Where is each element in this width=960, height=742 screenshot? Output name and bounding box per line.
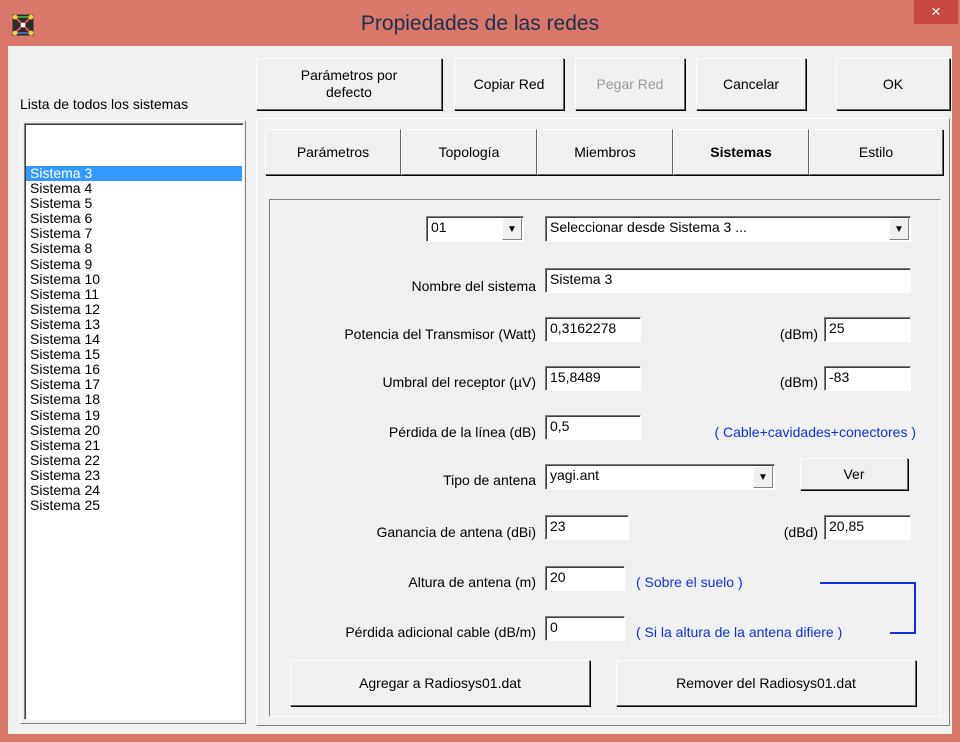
- antenna-type-select[interactable]: yagi.ant ▼: [545, 464, 775, 490]
- antenna-height-field[interactable]: 20: [545, 566, 625, 591]
- dbm-label: (dBm): [779, 326, 818, 342]
- copy-network-label: Copiar Red: [473, 75, 545, 92]
- systems-list-items: Sistema 3 Sistema 4 Sistema 5 Sistema 6 Sist…: [26, 165, 242, 513]
- dialog-client-area: Lista de todos los sistemas Sistema 3 Sis…: [8, 46, 952, 734]
- chevron-down-icon[interactable]: ▼: [889, 218, 909, 240]
- system-number-value: 01: [431, 219, 447, 235]
- list-item[interactable]: Sistema 12: [26, 301, 242, 317]
- properties-window: Propiedades de las redes × Lista de todo…: [0, 0, 960, 742]
- add-to-radiosys-label: Agregar a Radiosys01.dat: [359, 674, 521, 691]
- remove-from-radiosys-button[interactable]: Remover del Radiosys01.dat: [616, 660, 916, 706]
- tx-power-dbm-field[interactable]: 25: [824, 317, 911, 342]
- view-antenna-label: Ver: [843, 465, 865, 482]
- system-name-field[interactable]: Sistema 3: [545, 268, 911, 293]
- list-item[interactable]: Sistema 9: [26, 256, 242, 272]
- list-item[interactable]: Sistema 5: [26, 196, 242, 211]
- bracket-top-line: [820, 582, 916, 584]
- system-name-label: Nombre del sistema: [411, 278, 537, 294]
- cancel-label: Cancelar: [722, 75, 780, 92]
- systems-list-label: Lista de todos los sistemas: [20, 96, 189, 112]
- rx-threshold-dbm-field[interactable]: -83: [824, 366, 911, 391]
- list-item[interactable]: Sistema 14: [26, 331, 242, 347]
- bracket-bottom-line: [890, 632, 916, 634]
- cancel-button[interactable]: Cancelar: [696, 58, 806, 110]
- bracket-vertical-line: [914, 582, 916, 634]
- list-item[interactable]: Sistema 15: [26, 347, 242, 362]
- list-item[interactable]: Sistema 19: [26, 407, 242, 423]
- antenna-type-value: yagi.ant: [550, 467, 600, 483]
- default-parameters-button[interactable]: Parámetros por defecto: [256, 58, 442, 110]
- tab-miembros[interactable]: Miembros: [537, 129, 673, 175]
- tab-sistemas-label: Sistemas: [710, 144, 772, 160]
- chevron-down-icon[interactable]: ▼: [753, 466, 773, 488]
- antenna-gain-field[interactable]: 23: [545, 515, 629, 540]
- systems-listbox[interactable]: Sistema 3 Sistema 4 Sistema 5 Sistema 6 Sist…: [24, 123, 244, 720]
- tx-power-field[interactable]: 0,3162278: [545, 317, 641, 342]
- list-item[interactable]: Sistema 17: [26, 377, 242, 392]
- list-item[interactable]: Sistema 25: [26, 498, 242, 513]
- window-title: Propiedades de las redes: [360, 12, 600, 35]
- list-item[interactable]: Sistema 13: [26, 316, 242, 332]
- list-item[interactable]: Sistema 6: [26, 211, 242, 226]
- default-parameters-label-1: Parámetros por: [300, 67, 398, 83]
- tab-miembros-label: Miembros: [574, 144, 636, 160]
- title-bar[interactable]: Propiedades de las redes ×: [0, 0, 960, 46]
- rx-threshold-label: Umbral del receptor (µV): [382, 374, 536, 390]
- source-system-value: Seleccionar desde Sistema 3 ...: [550, 219, 747, 235]
- close-button[interactable]: ×: [914, 0, 958, 24]
- tab-topologia[interactable]: Topología: [401, 129, 537, 175]
- systems-panel: 01 ▼ Seleccionar desde Sistema 3 ... ▼ N…: [269, 199, 941, 717]
- dbm-label: (dBm): [779, 374, 818, 390]
- list-item[interactable]: Sistema 22: [26, 452, 242, 468]
- antenna-height-label: Altura de antena (m): [408, 574, 536, 590]
- list-item[interactable]: Sistema 8: [26, 241, 242, 256]
- tab-parametros[interactable]: Parámetros: [265, 129, 401, 175]
- add-to-radiosys-button[interactable]: Agregar a Radiosys01.dat: [290, 660, 590, 706]
- extra-cable-loss-note: ( Si la altura de la antena difiere ): [636, 624, 843, 640]
- tx-power-label: Potencia del Transmisor (Watt): [344, 326, 536, 342]
- list-item[interactable]: Sistema 11: [26, 286, 242, 302]
- antenna-gain-dbd-field[interactable]: 20,85: [824, 515, 911, 540]
- line-loss-label: Pérdida de la línea (dB): [388, 424, 536, 440]
- extra-cable-loss-label: Pérdida adicional cable (dB/m): [345, 624, 536, 640]
- list-item[interactable]: Sistema 18: [26, 392, 242, 407]
- list-item[interactable]: Sistema 20: [26, 422, 242, 438]
- antenna-gain-label: Ganancia de antena (dBi): [376, 524, 536, 540]
- close-icon: ×: [931, 2, 941, 21]
- list-item[interactable]: Sistema 7: [26, 226, 242, 241]
- list-item[interactable]: Sistema 24: [26, 482, 242, 498]
- rx-threshold-field[interactable]: 15,8489: [545, 366, 641, 391]
- tab-container: Parámetros Topología Miembros Sistemas E…: [256, 118, 950, 726]
- tab-sistemas[interactable]: Sistemas: [673, 129, 809, 175]
- default-parameters-label-2: defecto: [326, 84, 372, 100]
- list-item[interactable]: Sistema 16: [26, 362, 242, 377]
- list-item[interactable]: Sistema 3: [26, 165, 242, 182]
- dbd-label: (dBd): [783, 524, 818, 540]
- paste-network-button[interactable]: Pegar Red: [575, 58, 685, 110]
- tab-estilo-label: Estilo: [858, 144, 894, 160]
- tab-topologia-label: Topología: [438, 144, 500, 160]
- list-item[interactable]: Sistema 4: [26, 181, 242, 196]
- ok-label: OK: [882, 75, 904, 92]
- copy-network-button[interactable]: Copiar Red: [454, 58, 564, 110]
- line-loss-note: ( Cable+cavidades+conectores ): [714, 424, 916, 440]
- system-number-select[interactable]: 01 ▼: [426, 216, 524, 242]
- line-loss-field[interactable]: 0,5: [545, 415, 641, 440]
- antenna-type-label: Tipo de antena: [443, 472, 536, 488]
- ok-button[interactable]: OK: [836, 58, 950, 110]
- list-item[interactable]: Sistema 23: [26, 467, 242, 483]
- remove-from-radiosys-label: Remover del Radiosys01.dat: [676, 674, 856, 691]
- source-system-select[interactable]: Seleccionar desde Sistema 3 ... ▼: [545, 216, 911, 242]
- chevron-down-icon[interactable]: ▼: [502, 218, 522, 240]
- list-item[interactable]: Sistema 21: [26, 437, 242, 453]
- view-antenna-button[interactable]: Ver: [800, 458, 908, 490]
- list-item[interactable]: Sistema 10: [26, 271, 242, 287]
- tab-estilo[interactable]: Estilo: [809, 129, 943, 175]
- paste-network-label: Pegar Red: [596, 75, 664, 92]
- extra-cable-loss-field[interactable]: 0: [545, 616, 625, 641]
- tab-parametros-label: Parámetros: [296, 144, 370, 160]
- antenna-height-note: ( Sobre el suelo ): [636, 574, 743, 590]
